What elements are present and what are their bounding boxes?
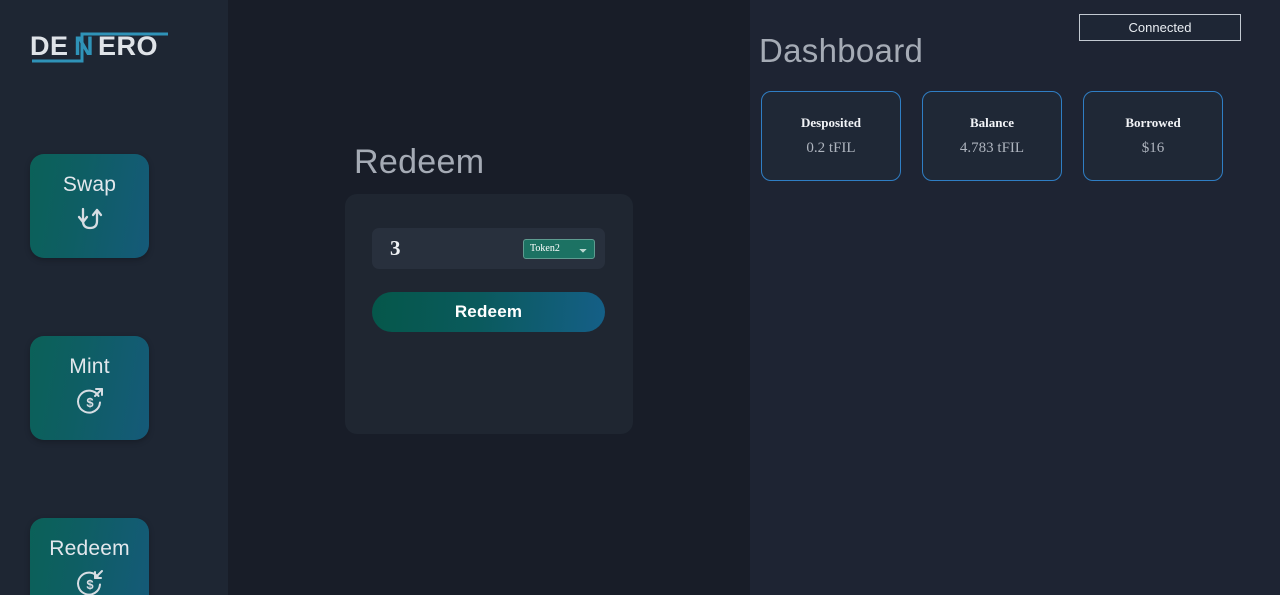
sidebar-item-redeem[interactable]: Redeem $	[30, 518, 149, 595]
stats-grid: Desposited 0.2 tFIL Balance 4.783 tFIL B…	[761, 91, 1271, 181]
sidebar: DE N ERO Swap Mint $ Redeem $	[0, 0, 228, 595]
denero-logo-icon: DE N ERO	[30, 31, 168, 63]
amount-input-row: Token1 Token2	[372, 228, 605, 269]
app-root: DE N ERO Swap Mint $ Redeem $ Redeem 3 T…	[0, 0, 1280, 595]
amount-input[interactable]	[390, 236, 500, 261]
app-logo[interactable]: DE N ERO	[30, 28, 170, 68]
stat-value: 4.783 tFIL	[959, 140, 1025, 156]
stat-label: Borrowed	[1125, 115, 1181, 130]
sidebar-item-label: Swap	[62, 172, 117, 196]
sidebar-item-label: Mint	[69, 354, 110, 378]
svg-text:DE: DE	[30, 31, 69, 61]
wallet-status-button[interactable]: Connected	[1079, 14, 1241, 41]
sidebar-item-mint[interactable]: Mint $	[30, 336, 149, 440]
stat-value: $16	[1141, 140, 1165, 156]
svg-text:N: N	[74, 31, 94, 61]
sidebar-item-swap[interactable]: Swap	[30, 154, 149, 258]
token-select[interactable]: Token1 Token2	[523, 238, 595, 259]
stat-value: 0.2 tFIL	[806, 140, 856, 156]
page-title: Redeem	[354, 143, 485, 181]
sidebar-item-label: Redeem	[49, 536, 130, 560]
dollar-circle-arrow-out-icon: $	[70, 381, 110, 421]
dashboard-panel: Dashboard Connected Desposited 0.2 tFIL …	[750, 0, 1280, 595]
svg-text:ERO: ERO	[98, 31, 158, 61]
stat-card-deposited: Desposited 0.2 tFIL	[761, 91, 901, 181]
redeem-form-panel: Token1 Token2 Redeem	[345, 194, 633, 434]
redeem-submit-button[interactable]: Redeem	[372, 292, 605, 332]
stat-label: Desposited	[801, 115, 861, 130]
svg-text:$: $	[86, 577, 94, 592]
swap-arrows-icon	[70, 199, 110, 239]
stat-label: Balance	[969, 115, 1015, 130]
main-content: Redeem Token1 Token2 Redeem	[228, 0, 750, 595]
dollar-circle-arrow-in-icon: $	[70, 563, 110, 595]
stat-card-balance: Balance 4.783 tFIL	[922, 91, 1062, 181]
svg-text:$: $	[86, 395, 94, 410]
dashboard-title: Dashboard	[759, 32, 924, 69]
stat-card-borrowed: Borrowed $16	[1083, 91, 1223, 181]
